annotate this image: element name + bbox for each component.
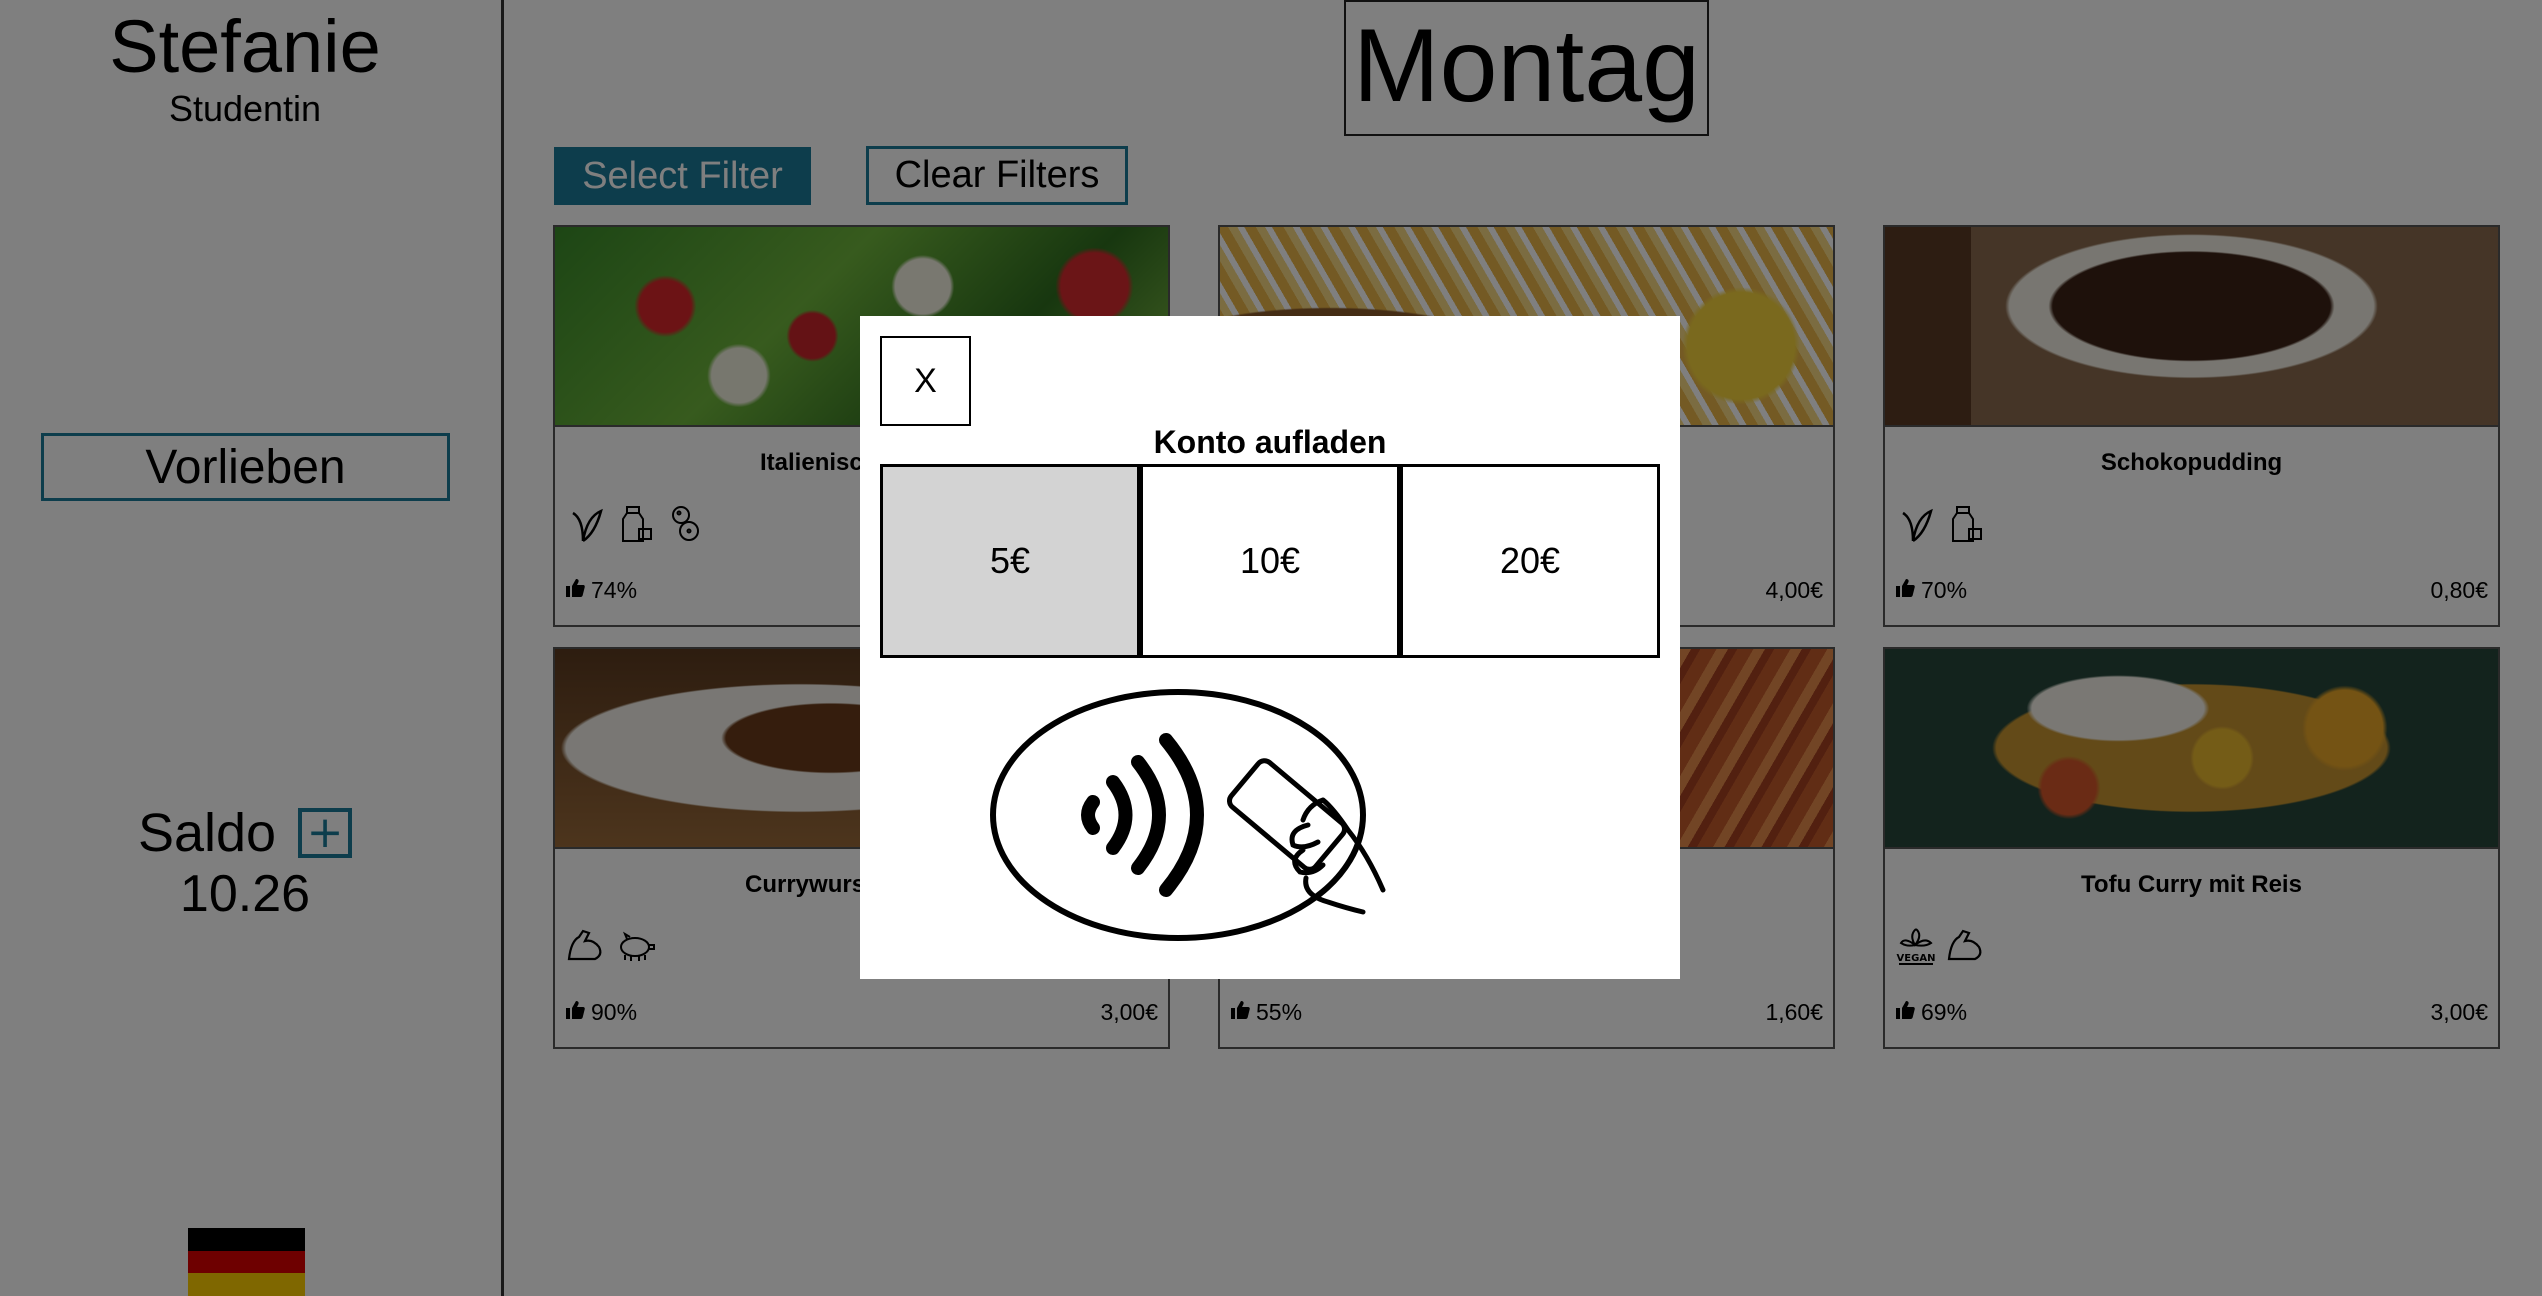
amount-option-5[interactable]: 5€	[880, 464, 1140, 658]
modal-title: Konto aufladen	[1153, 424, 1387, 460]
amount-option-10[interactable]: 10€	[1140, 464, 1400, 658]
close-button[interactable]: X	[880, 336, 971, 426]
amount-option-20[interactable]: 20€	[1400, 464, 1660, 658]
top-up-modal: X Konto aufladen 5€ 10€ 20€	[860, 316, 1680, 979]
contactless-payment-icon	[990, 689, 1386, 941]
